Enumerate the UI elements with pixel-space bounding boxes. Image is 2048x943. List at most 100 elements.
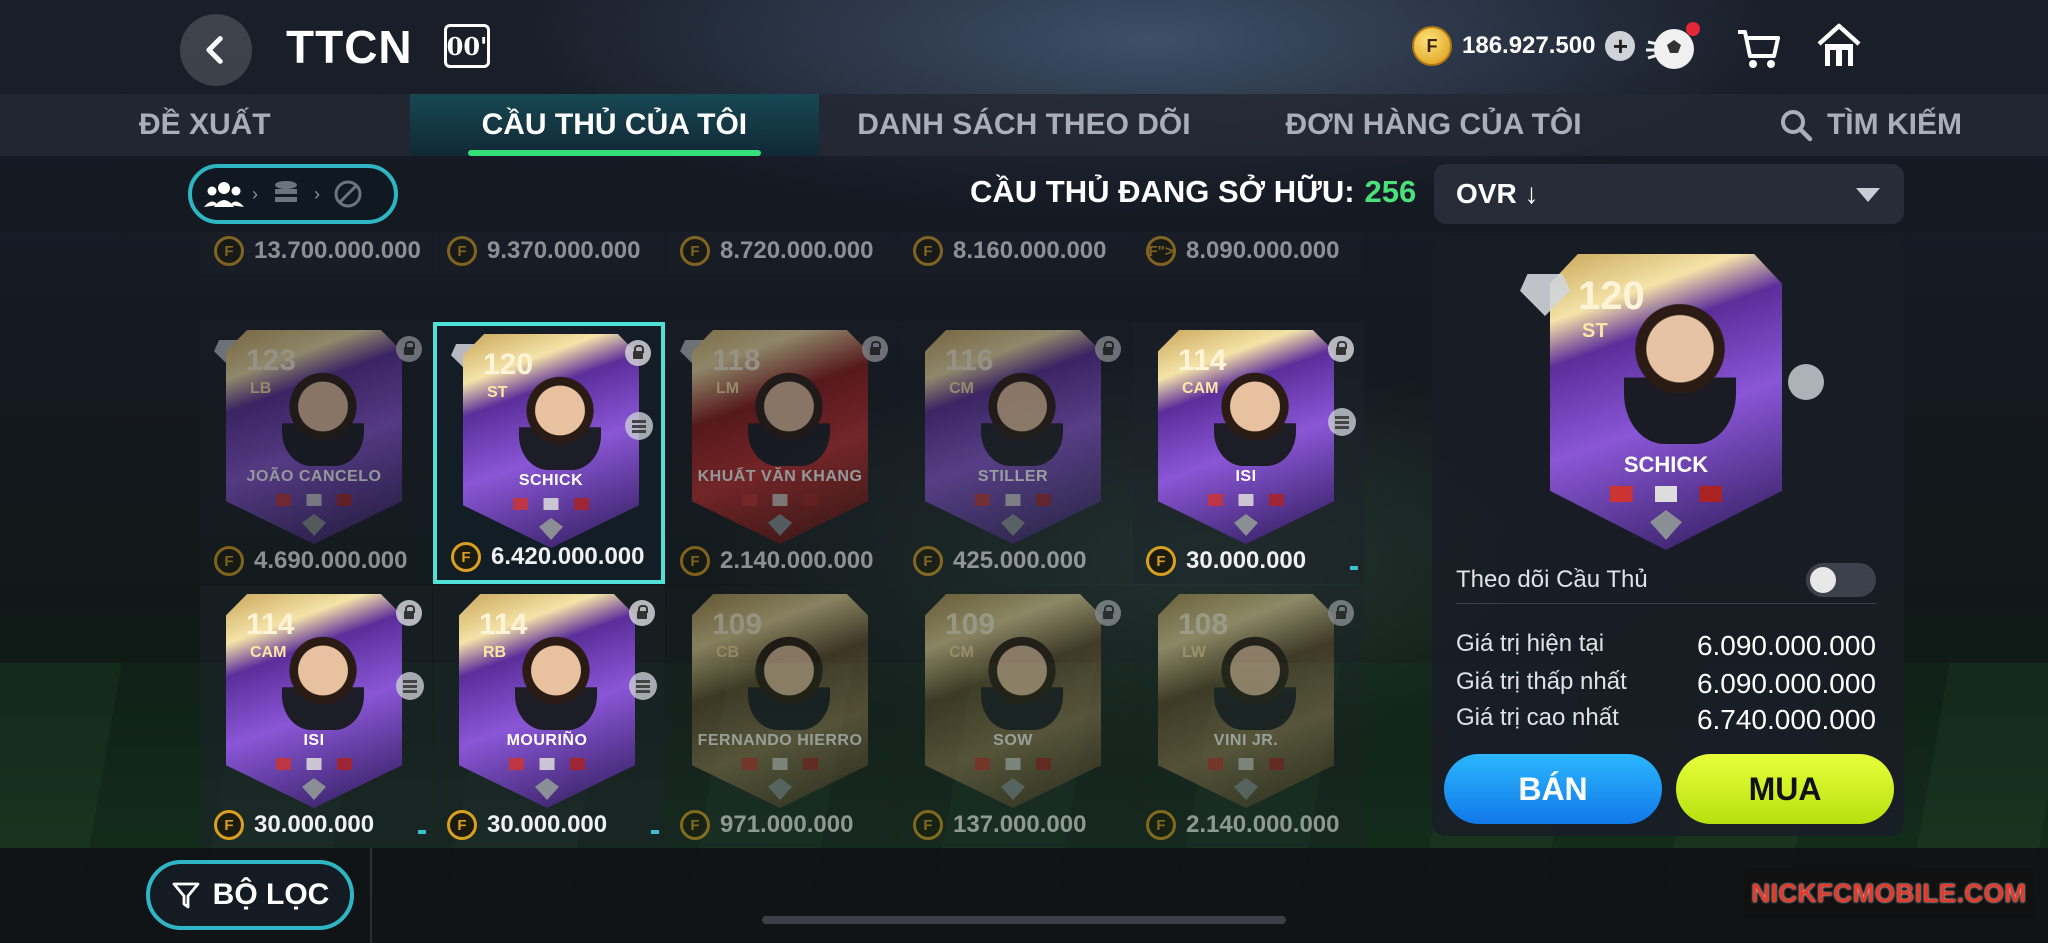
stack-icon — [625, 412, 653, 440]
player-cell[interactable]: F 9.370.000.000 — [433, 232, 665, 274]
coin-icon: F — [451, 542, 481, 572]
player-ovr: 109 — [945, 608, 996, 641]
add-coins-button[interactable]: + — [1605, 31, 1636, 61]
player-name: FERNANDO HIERRO — [697, 732, 863, 749]
tab-cau-thu-cua-toi[interactable]: CẦU THỦ CỦA TÔI — [409, 94, 820, 156]
player-cell-cancelo[interactable]: 123 LB JOÃO CANCELO F 4.690.000.000 — [200, 322, 432, 584]
grade-gem-icon — [302, 514, 326, 536]
player-portrait — [519, 374, 601, 470]
cart-button[interactable] — [1734, 24, 1782, 72]
player-position: RB — [483, 644, 507, 661]
player-cell[interactable]: F 13.700.000.000 — [200, 232, 432, 274]
price: 4.690.000.000 — [254, 547, 408, 574]
coin-balance: F 186.927.500 + — [1412, 26, 1636, 66]
price: 30.000.000 — [254, 811, 375, 838]
sort-dropdown[interactable]: OVR ↓ — [1434, 164, 1904, 224]
player-cell-isi[interactable]: 114 CAM ISI F 30.000.000 — [1132, 322, 1364, 584]
home-button[interactable] — [1814, 20, 1864, 70]
player-ovr: 109 — [712, 608, 763, 641]
sell-button[interactable]: BÁN — [1444, 754, 1662, 824]
owned-label: CẦU THỦ ĐANG SỞ HỮU: — [970, 174, 1355, 209]
player-name: ISI — [303, 732, 325, 749]
player-cell[interactable]: F 8.720.000.000 — [666, 232, 898, 274]
grade-gem-icon — [768, 778, 792, 800]
bottom-bar: BỘ LỌC NICKFCMOBILE.COM — [0, 848, 2048, 943]
price-row: F 13.700.000.000 — [214, 236, 421, 266]
player-cell-fernando-hierro[interactable]: 109 CB FERNANDO HIERRO F 971.000.000 — [666, 586, 898, 847]
player-position: CM — [949, 644, 974, 661]
no-tag-icon — [328, 177, 368, 211]
price: 8.720.000.000 — [720, 237, 874, 264]
coin-icon: F — [447, 810, 477, 840]
chevron-left-icon — [206, 36, 223, 64]
stack-icon[interactable] — [1788, 364, 1824, 400]
lock-icon — [625, 340, 651, 366]
player-portrait — [748, 634, 830, 730]
tab-de-xuat[interactable]: ĐỀ XUẤT — [0, 94, 410, 156]
home-icon — [1817, 23, 1861, 66]
chevron-down-icon — [1856, 188, 1880, 202]
max-value-row: Giá trị cao nhất 6.740.000.000 — [1456, 704, 1876, 736]
player-portrait — [981, 370, 1063, 466]
nation-club-badges — [276, 758, 352, 770]
current-value-row: Giá trị hiện tại 6.090.000.000 — [1456, 630, 1876, 662]
price: 30.000.000 — [487, 811, 608, 838]
nation-club-badges — [742, 494, 818, 506]
grade-gem-icon — [302, 778, 326, 800]
back-button[interactable] — [180, 14, 252, 86]
coin-icon: F — [214, 546, 244, 576]
football-button[interactable] — [1644, 22, 1702, 72]
price: 2.140.000.000 — [720, 547, 874, 574]
lock-icon — [1328, 600, 1354, 626]
player-name: SCHICK — [1623, 452, 1709, 477]
player-ovr: 114 — [246, 608, 295, 641]
player-cell-sow[interactable]: 109 CM SOW F 137.000.000 — [899, 586, 1131, 847]
player-cell-schick[interactable]: 120 ST SCHICK F 6.420.000.000 — [433, 322, 665, 584]
coin-icon: F — [680, 236, 710, 266]
player-card: 116 CM STILLER — [925, 330, 1101, 544]
player-name: MOURIÑO — [506, 732, 588, 749]
player-ovr: 108 — [1178, 608, 1229, 641]
coin-icon: F — [1412, 26, 1452, 66]
selected-player-card: 120 ST SCHICK — [1550, 254, 1782, 550]
view-mode-toggle[interactable]: › › — [188, 164, 398, 224]
buy-button[interactable]: MUA — [1676, 754, 1894, 824]
player-card: 123 LB JOÃO CANCELO — [226, 330, 402, 544]
home-indicator[interactable] — [762, 916, 1286, 924]
player-position: LW — [1182, 644, 1206, 661]
price: 2.140.000.000 — [1186, 811, 1340, 838]
coin-icon: F — [680, 810, 710, 840]
price: 9.370.000.000 — [487, 237, 641, 264]
price-row: F 30.000.000 — [214, 810, 374, 840]
player-cell-stiller[interactable]: 116 CM STILLER F 425.000.000 — [899, 322, 1131, 584]
tab-don-hang-cua-toi[interactable]: ĐƠN HÀNG CỦA TÔI — [1229, 94, 1639, 156]
player-portrait — [282, 634, 364, 730]
price: 971.000.000 — [720, 811, 854, 838]
tab-tim-kiem-label: TÌM KIẾM — [1826, 108, 1962, 141]
lock-icon — [1095, 336, 1121, 362]
player-cell[interactable]: F"> 8.090.000.000 — [1132, 232, 1364, 274]
player-cell-vini-jr[interactable]: 108 LW VINI JR. F 2.140.000.000 — [1132, 586, 1364, 847]
price-row: F 2.140.000.000 — [680, 546, 873, 576]
filter-button[interactable]: BỘ LỌC — [146, 860, 354, 930]
max-value-label: Giá trị cao nhất — [1456, 704, 1619, 731]
tab-tim-kiem[interactable]: TÌM KIẾM — [1638, 94, 2048, 156]
coin-icon: F"> — [1146, 236, 1176, 266]
player-portrait — [981, 634, 1063, 730]
follow-toggle[interactable] — [1806, 562, 1876, 597]
player-cell-khuat-van-khang[interactable]: 118 LM KHUẤT VĂN KHANG F 2.140.000.000 — [666, 322, 898, 584]
player-position: LB — [250, 380, 272, 397]
player-cell-isi-2[interactable]: 114 CAM ISI F 30.000.000 — [200, 586, 432, 847]
player-cell-mourino[interactable]: 114 RB MOURIÑO F 30.000.000 — [433, 586, 665, 847]
player-portrait — [515, 634, 597, 730]
follow-player-row: Theo dõi Cầu Thủ — [1456, 556, 1876, 604]
grade-gem-icon — [1234, 778, 1258, 800]
stack-icon — [1328, 408, 1356, 436]
sale-indicator — [1350, 566, 1358, 570]
player-name: KHUẤT VĂN KHANG — [697, 468, 863, 485]
player-portrait — [1214, 634, 1296, 730]
min-value: 6.090.000.000 — [1696, 668, 1876, 699]
player-cell[interactable]: F 8.160.000.000 — [899, 232, 1131, 274]
tab-danh-sach-theo-doi[interactable]: DANH SÁCH THEO DÕI — [819, 94, 1229, 156]
grade-gem-icon — [1234, 514, 1258, 536]
